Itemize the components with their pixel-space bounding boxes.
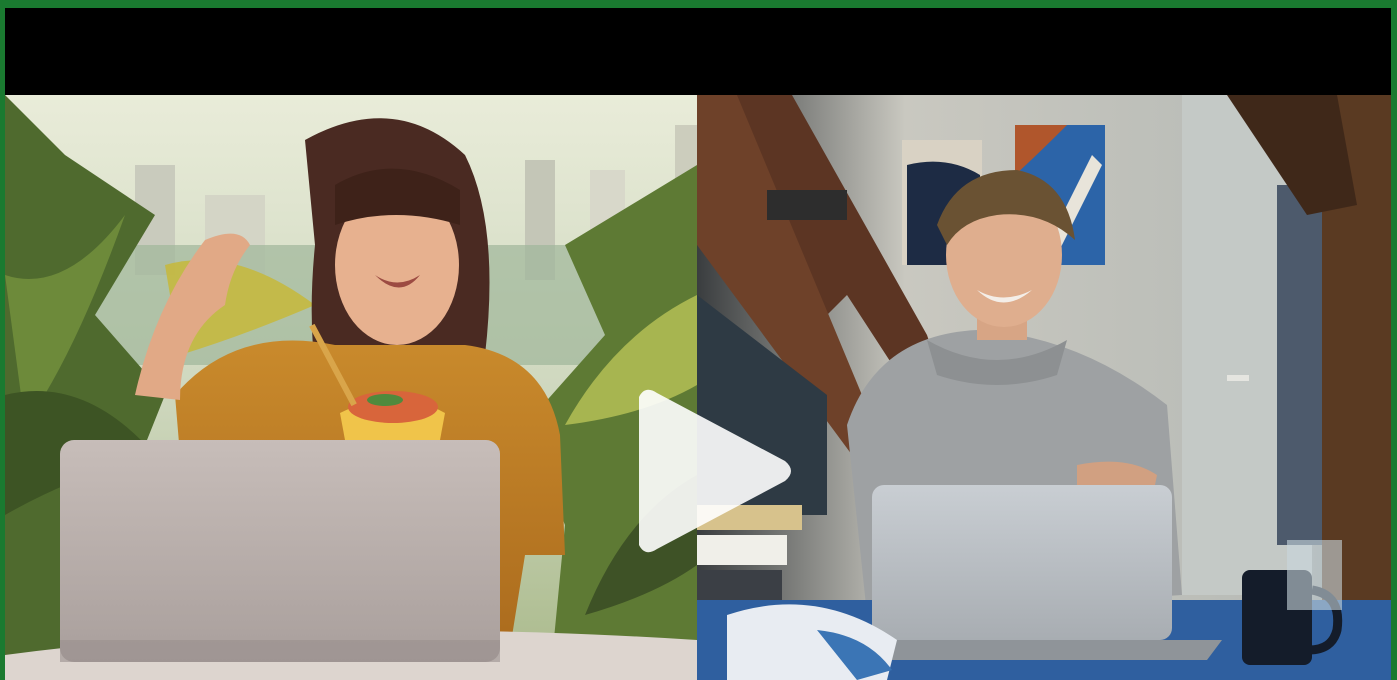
woman-scene-illustration — [5, 95, 697, 680]
play-button[interactable] — [635, 385, 795, 557]
letterbox-bar — [5, 8, 1391, 95]
video-panel-left — [5, 95, 697, 680]
video-panel-right — [697, 95, 1391, 680]
video-frame[interactable] — [5, 95, 1391, 680]
video-player[interactable] — [5, 8, 1391, 680]
player-frame — [0, 0, 1397, 680]
man-scene-illustration — [697, 95, 1391, 680]
play-icon — [639, 389, 791, 553]
